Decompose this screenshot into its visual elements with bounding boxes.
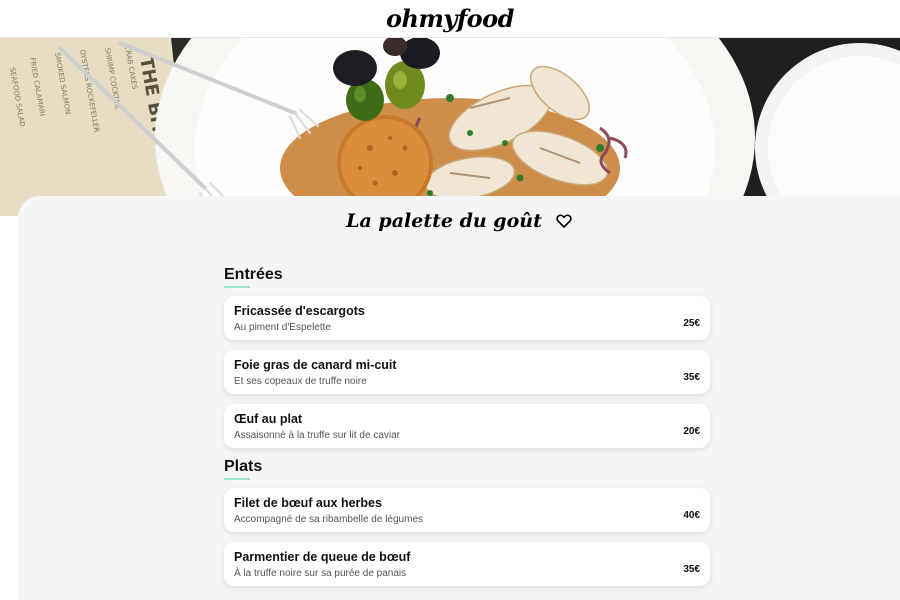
dish-name: Foie gras de canard mi-cuit	[234, 358, 397, 372]
menu-item[interactable]: Foie gras de canard mi-cuit Et ses copea…	[224, 350, 710, 394]
menu-item[interactable]: Filet de bœuf aux herbes Accompagné de s…	[224, 488, 710, 532]
logo[interactable]: ohmyfood	[386, 4, 514, 33]
dish-price: 20€	[683, 426, 700, 437]
dish-price: 40€	[683, 510, 700, 521]
restaurant-title: La palette du goût	[346, 210, 542, 232]
menu-item[interactable]: Œuf au plat Assaisonné à la truffe sur l…	[224, 404, 710, 448]
dish-price: 35€	[683, 372, 700, 383]
section-underline	[224, 478, 250, 480]
dish-description: Accompagné de sa ribambelle de légumes	[234, 514, 423, 525]
section-underline	[224, 286, 250, 288]
menu-item[interactable]: Parmentier de queue de bœuf À la truffe …	[224, 542, 710, 586]
hero-image: SEAFOOD SALAD FRIED CALAMARI SMOKED SALM…	[0, 38, 900, 216]
dish-name: Œuf au plat	[234, 412, 303, 426]
dish-name: Parmentier de queue de bœuf	[234, 550, 411, 564]
header: ohmyfood	[0, 0, 900, 38]
section-title: Entrées	[224, 266, 283, 283]
dish-price: 25€	[683, 318, 700, 329]
menu-item[interactable]: Fricassée d'escargots Au piment d'Espele…	[224, 296, 710, 340]
dish-description: Assaisonné à la truffe sur lit de caviar	[234, 430, 401, 441]
dish-name: Fricassée d'escargots	[234, 304, 365, 318]
dish-description: Au piment d'Espelette	[234, 322, 331, 333]
section-entrees: Entrées Fricassée d'escargots Au piment …	[224, 266, 710, 448]
dish-name: Filet de bœuf aux herbes	[234, 496, 382, 510]
section-plats: Plats Filet de bœuf aux herbes Accompagn…	[224, 458, 710, 586]
section-title: Plats	[224, 458, 263, 475]
dish-description: Et ses copeaux de truffe noire	[234, 376, 367, 387]
dish-price: 35€	[683, 564, 700, 575]
menu-list: Entrées Fricassée d'escargots Au piment …	[224, 264, 710, 596]
dish-description: À la truffe noire sur sa purée de panais	[234, 568, 407, 579]
restaurant-header: La palette du goût	[18, 210, 900, 232]
menu-sheet: La palette du goût Entrées Fricassée d'e…	[18, 196, 900, 600]
heart-icon[interactable]	[556, 213, 572, 229]
